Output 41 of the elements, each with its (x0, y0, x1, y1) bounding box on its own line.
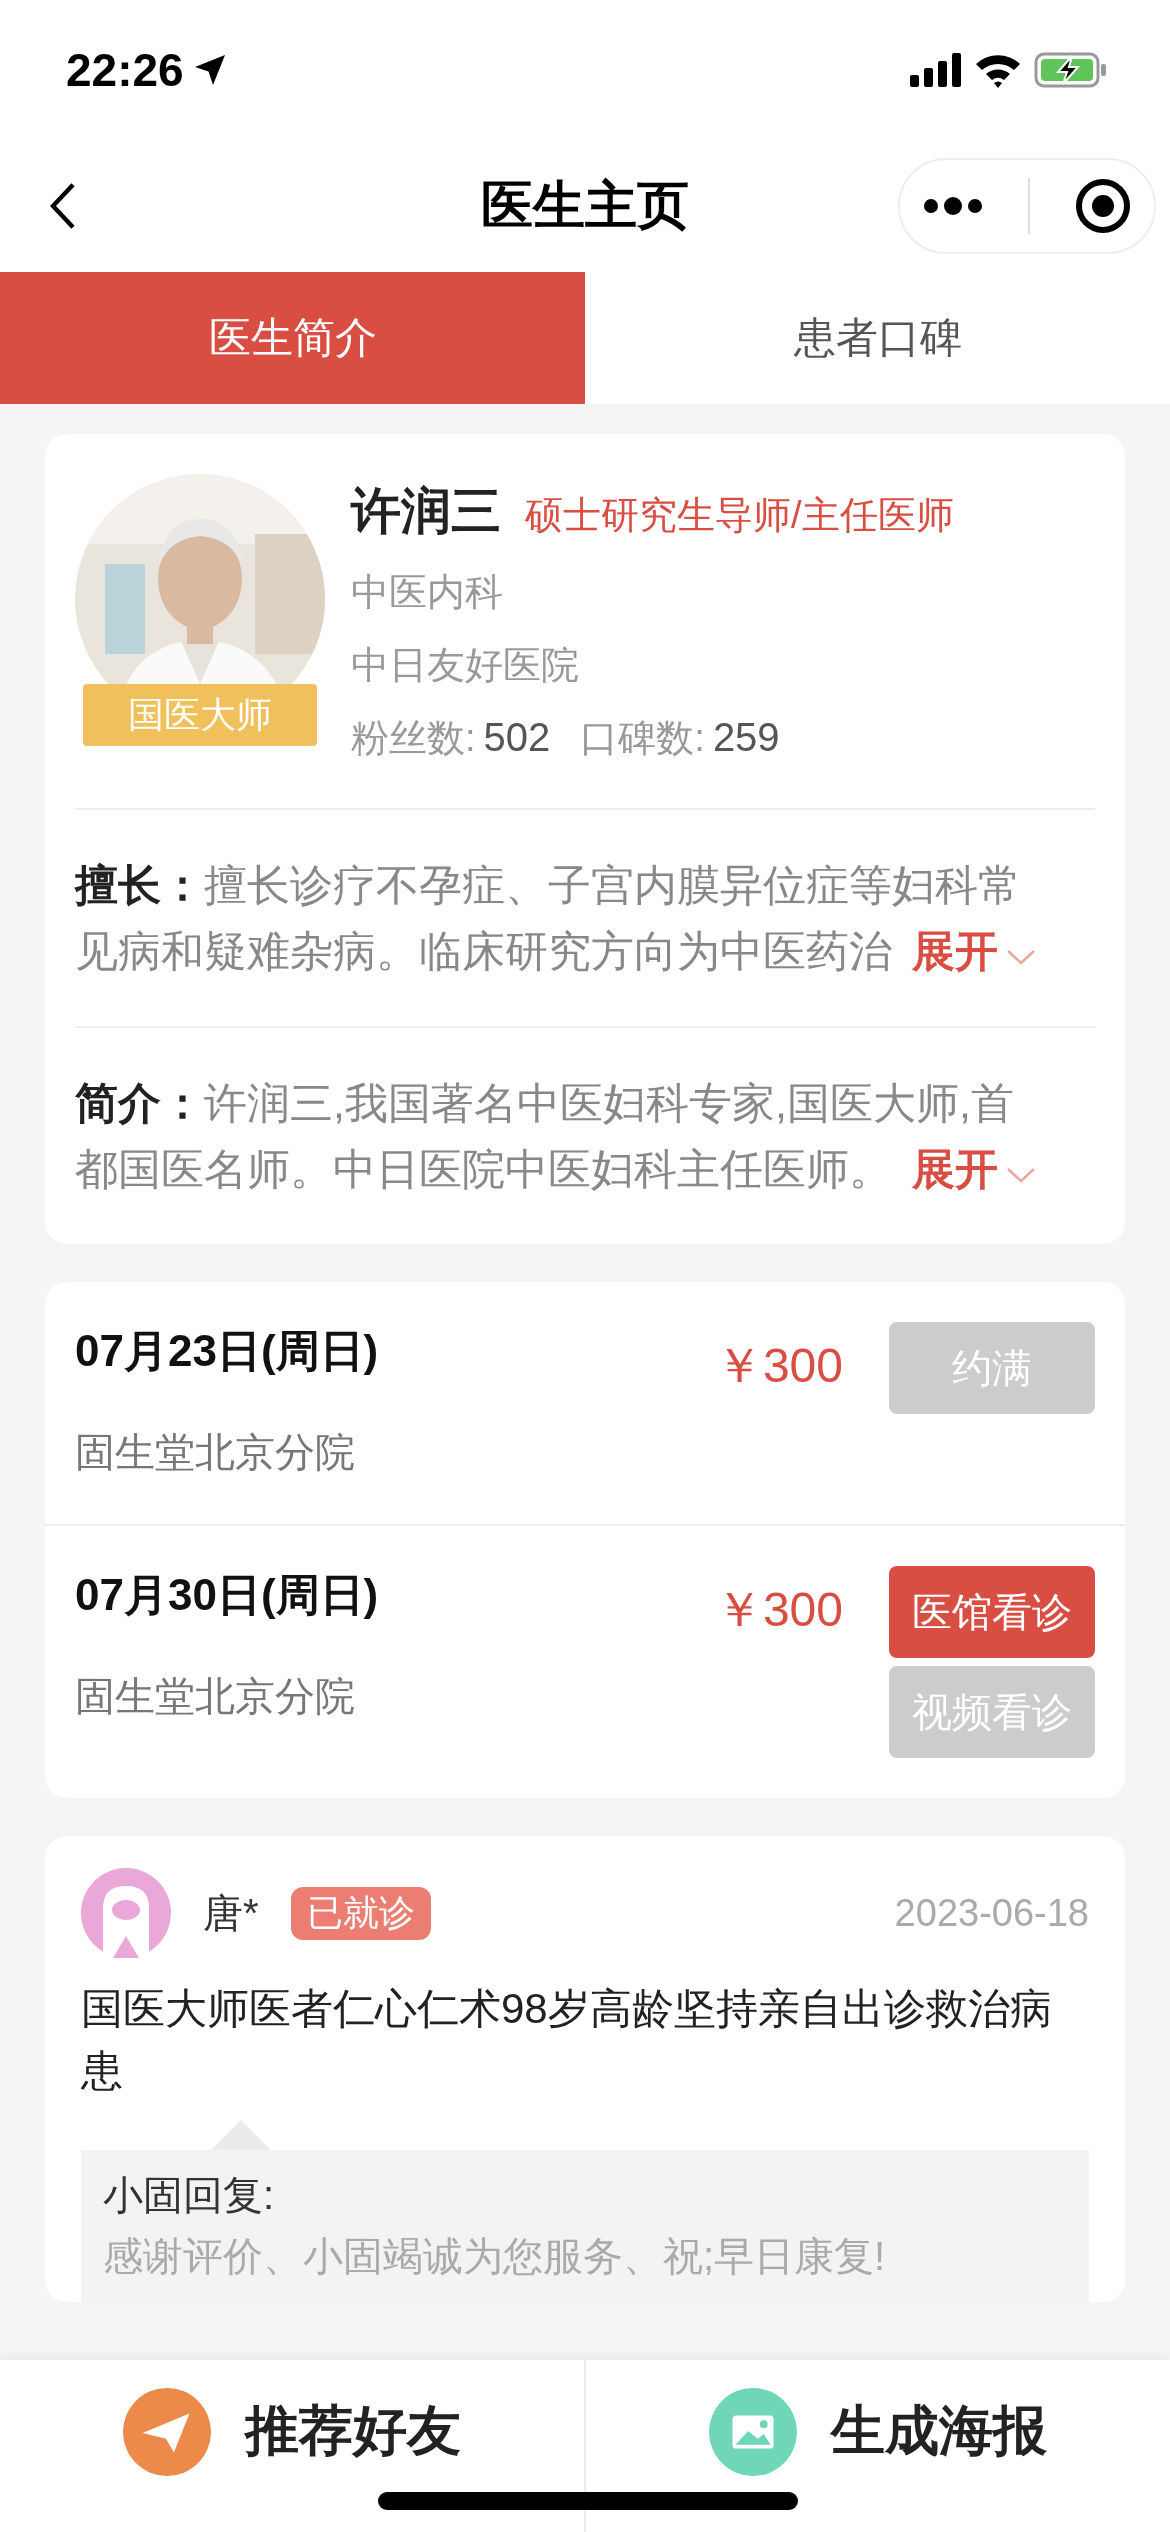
booking-button[interactable]: 医馆看诊 (889, 1566, 1095, 1658)
schedule-date: 07月23日(周日) (75, 1325, 380, 1377)
bottom-action[interactable]: 推荐好友 (0, 2360, 586, 2532)
doctor-name: 许润三 (351, 482, 501, 541)
user-avatar-icon (81, 1868, 171, 1958)
clinic-location: 固生堂北京分院 (75, 1429, 356, 1476)
section-paragraph: 简介：许润三,我国著名中医妇科专家,国医大师,首都国医名师。中日医院中医妇科主任医师。 展开 (75, 1070, 1095, 1202)
chevron-down-icon (1006, 948, 1036, 966)
chevron-down-icon (1006, 1166, 1036, 1184)
department: 中医内科 (351, 570, 504, 615)
stat-label: 粉丝数: (351, 716, 476, 761)
stat-value: 502 (483, 715, 551, 760)
visited-tag: 已就诊 (290, 1886, 431, 1940)
expand-link[interactable]: 展开 (912, 927, 1036, 975)
section-paragraph: 擅长：擅长诊疗不孕症、子宫内膜异位症等妇科常见病和疑难杂病。临床研究方向为中医药治 展开 (75, 852, 1095, 984)
paper-plane-icon (123, 2387, 211, 2476)
image-icon (709, 2387, 797, 2476)
clinic-location: 固生堂北京分院 (75, 1673, 356, 1720)
doctor-title: 硕士研究生导师/主任医师 (525, 493, 954, 538)
price: ￥300 (714, 1338, 843, 1394)
stat-label: 口碑数: (580, 716, 705, 761)
close-target-icon[interactable] (1075, 178, 1132, 234)
tab[interactable]: 医生简介 (0, 272, 585, 404)
reviewer-name: 唐* (203, 1889, 259, 1937)
page-title: 医生主页 (481, 175, 689, 236)
bottom-action[interactable]: 生成海报 (586, 2360, 1170, 2532)
stat-value: 259 (712, 715, 780, 760)
review-text: 国医大师医者仁心仁术98岁高龄坚持亲自出诊救治病患 (81, 1984, 1053, 2096)
expand-link[interactable]: 展开 (912, 1145, 1036, 1193)
title-ribbon: 国医大师 (83, 684, 317, 746)
more-icon[interactable] (922, 196, 983, 216)
signal-icon (910, 53, 962, 87)
wifi-icon (974, 52, 1022, 88)
schedule-date: 07月30日(周日) (75, 1569, 380, 1621)
review-date: 2023-06-18 (894, 1891, 1089, 1935)
reply-text: 感谢评价、小固竭诚为您服务、祝;早日康复! (103, 2233, 887, 2280)
battery-charging-icon (1034, 52, 1108, 88)
reply-label: 小固回复: (103, 2172, 276, 2219)
price: ￥300 (714, 1582, 843, 1638)
hospital: 中日友好医院 (351, 643, 580, 688)
status-time: 22:26 (66, 43, 184, 97)
